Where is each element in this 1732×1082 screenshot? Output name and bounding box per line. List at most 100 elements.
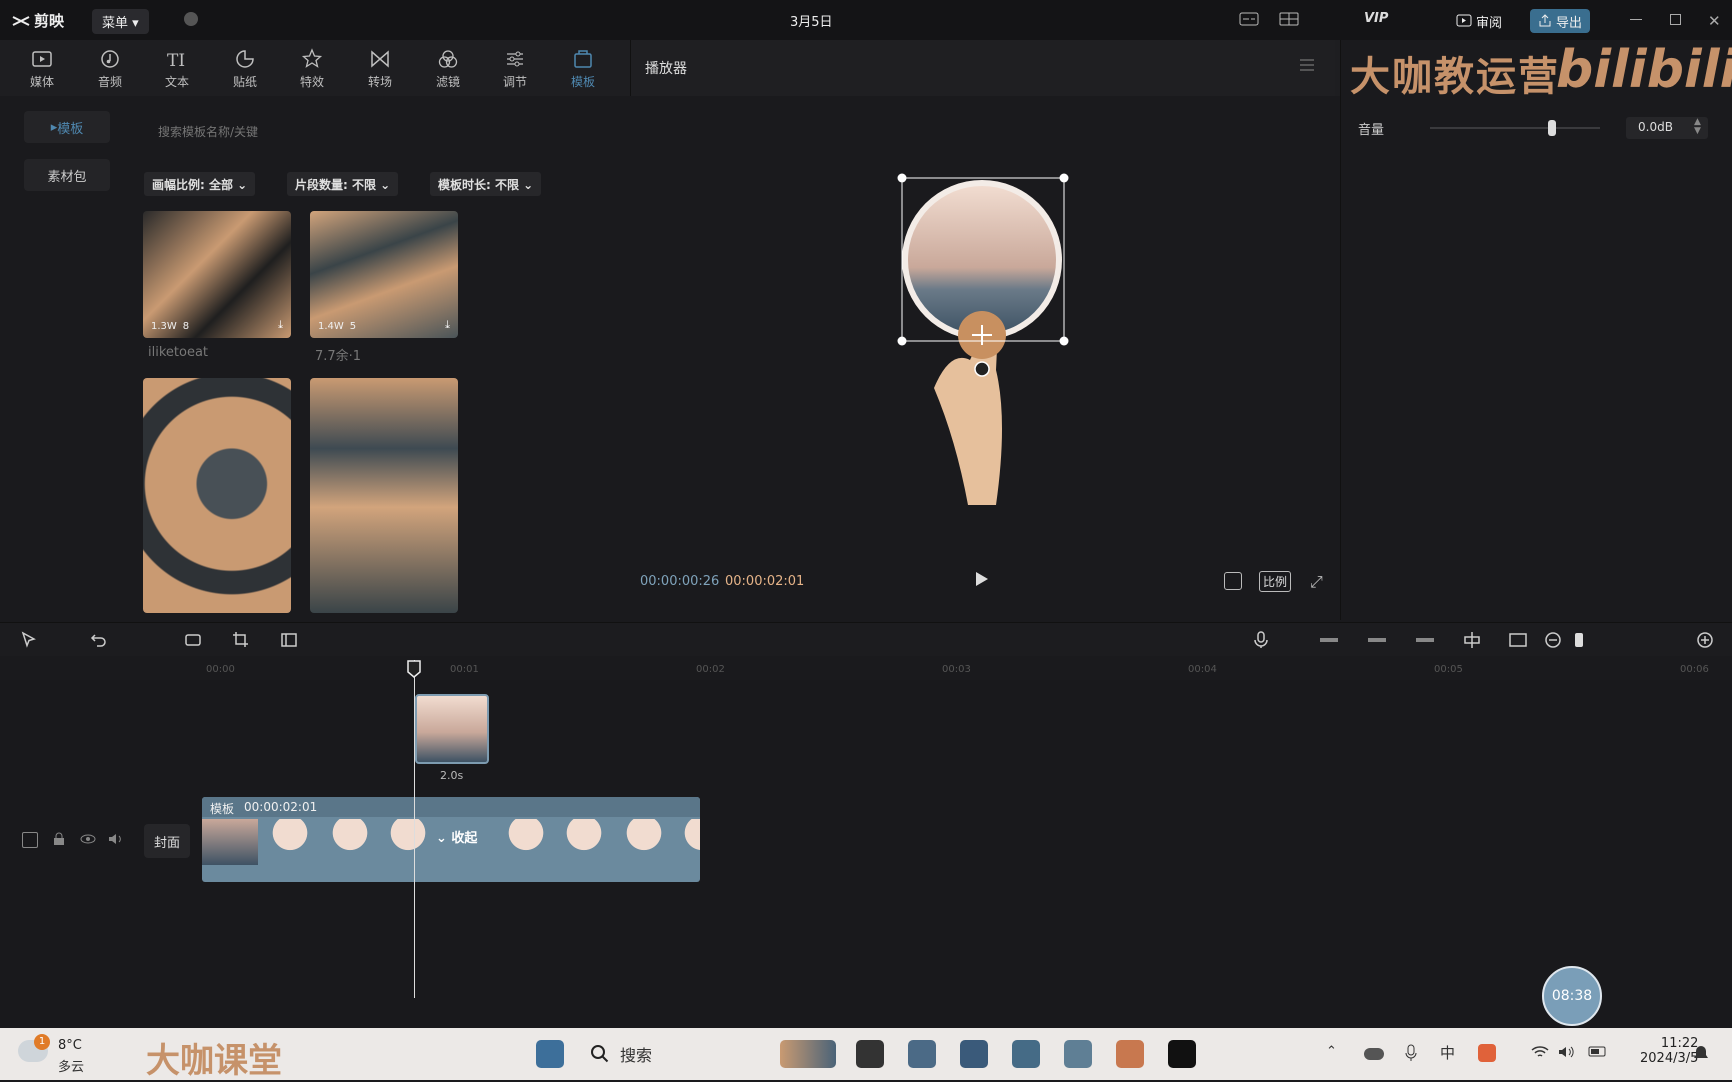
- ime-indicator[interactable]: 中: [1440, 1042, 1460, 1062]
- export-button[interactable]: 导出: [1530, 9, 1591, 33]
- clock-time: 11:22: [1660, 1036, 1699, 1051]
- browser-icon[interactable]: [1012, 1040, 1040, 1068]
- layout-icon[interactable]: [1278, 10, 1300, 30]
- taskbar-clock[interactable]: 11:22 2024/3/5: [1640, 1036, 1698, 1066]
- ratio-button[interactable]: 比例: [1259, 571, 1292, 592]
- nav-templates-label: 模板: [57, 121, 84, 137]
- filter-duration[interactable]: 模板时长: 不限 ⌄: [430, 172, 542, 196]
- speaker-icon[interactable]: [108, 832, 124, 848]
- tool-sticker[interactable]: 贴纸: [220, 44, 270, 94]
- svg-text:TI: TI: [167, 51, 185, 70]
- clip-time: 00:00:02:01: [244, 800, 318, 814]
- player-menu-icon[interactable]: [1299, 58, 1315, 72]
- tray-app-icon[interactable]: [1478, 1044, 1496, 1062]
- chevron-up-icon[interactable]: ⌃: [1326, 1044, 1346, 1064]
- snap-icon[interactable]: [1414, 631, 1434, 649]
- template-card[interactable]: 1.4W 5 ⤓: [310, 211, 458, 338]
- ruler-tick: 00:00: [206, 664, 235, 675]
- review-button[interactable]: 审阅: [1448, 9, 1510, 33]
- split-icon[interactable]: [1462, 631, 1482, 649]
- collapse-button[interactable]: ⌄ 收起: [436, 827, 477, 846]
- tool-label: 媒体: [29, 75, 54, 89]
- ratio-label: 比例: [1263, 575, 1288, 589]
- mic-tray-icon[interactable]: [1404, 1044, 1424, 1064]
- tool-filter[interactable]: 滤镜: [423, 44, 473, 94]
- filter-clip-count[interactable]: 片段数量: 不限 ⌄: [287, 172, 399, 196]
- link-track-icon[interactable]: [1318, 631, 1338, 649]
- explorer-icon[interactable]: [856, 1040, 884, 1068]
- nav-material-pack[interactable]: 素材包: [24, 159, 110, 191]
- cover-button[interactable]: 封面: [144, 824, 190, 858]
- wifi-icon[interactable]: [1530, 1044, 1550, 1064]
- timeline-ruler[interactable]: 00:00 00:01 00:02 00:03 00:04 00:05 00:0…: [0, 656, 1732, 680]
- template-clip[interactable]: 模板 00:00:02:01 ⌄ 收起: [202, 797, 700, 882]
- zoom-slider-handle[interactable]: [1575, 633, 1583, 647]
- filter-icon: [438, 50, 458, 68]
- menu-button[interactable]: 菜单 ▾: [92, 9, 149, 34]
- tool-audio[interactable]: 音频: [85, 44, 135, 94]
- card-clips: 5: [349, 321, 357, 332]
- magnet-icon[interactable]: [1366, 631, 1386, 649]
- vip-icon[interactable]: VIP: [1364, 11, 1388, 26]
- track-cover-icon[interactable]: [22, 832, 38, 848]
- project-icon: [184, 12, 198, 26]
- template-card[interactable]: 1.3W 8 ⤓: [143, 211, 291, 338]
- template-search-input[interactable]: [158, 120, 418, 144]
- close-icon[interactable]: ✕: [1708, 12, 1721, 30]
- template-card[interactable]: [143, 378, 291, 613]
- notification-bell-icon[interactable]: [1692, 1044, 1712, 1064]
- download-icon[interactable]: ⤓: [445, 318, 450, 332]
- player-title: 播放器: [645, 61, 687, 77]
- widget-icon[interactable]: [780, 1040, 836, 1068]
- battery-icon[interactable]: [1588, 1044, 1608, 1064]
- zoom-in-icon[interactable]: [1696, 631, 1716, 649]
- microphone-icon[interactable]: [1252, 631, 1272, 649]
- undo-icon[interactable]: [90, 631, 110, 649]
- nav-templates[interactable]: ▸ 模板: [24, 111, 110, 143]
- chat-icon[interactable]: [908, 1040, 936, 1068]
- template-card[interactable]: [310, 378, 458, 613]
- download-icon[interactable]: ⤓: [278, 318, 283, 332]
- playhead[interactable]: [414, 660, 415, 998]
- onedrive-icon[interactable]: [1364, 1048, 1384, 1060]
- preview-canvas[interactable]: [890, 170, 1070, 510]
- start-menu-icon[interactable]: [536, 1040, 564, 1068]
- tool-effects[interactable]: 特效: [287, 44, 337, 94]
- lock-icon[interactable]: [52, 832, 68, 848]
- minimize-icon[interactable]: [1630, 19, 1642, 20]
- fullscreen-icon[interactable]: ⤢: [1310, 572, 1323, 592]
- app-icon[interactable]: [1116, 1040, 1144, 1068]
- select-cursor-icon[interactable]: [20, 631, 40, 649]
- filter-aspect-ratio[interactable]: 画幅比例: 全部 ⌄: [144, 172, 256, 196]
- review-label: 审阅: [1476, 15, 1503, 31]
- volume-slider[interactable]: [1430, 127, 1600, 129]
- store-icon[interactable]: [960, 1040, 988, 1068]
- play-icon[interactable]: [976, 572, 988, 586]
- volume-tray-icon[interactable]: [1558, 1044, 1578, 1064]
- current-time: 00:00:00:26: [640, 574, 720, 589]
- ruler-tick: 00:01: [450, 664, 479, 675]
- zoom-out-icon[interactable]: [1544, 631, 1564, 649]
- capcut-taskbar-icon[interactable]: [1168, 1040, 1196, 1068]
- tool-template[interactable]: 模板: [558, 44, 608, 94]
- cover-label: 封面: [153, 835, 180, 851]
- volume-stepper-icon[interactable]: ▲ ▼: [1694, 118, 1701, 136]
- tool-text[interactable]: TI 文本: [152, 44, 202, 94]
- volume-slider-handle[interactable]: [1548, 120, 1557, 136]
- clip-label: 模板: [210, 802, 235, 816]
- preview-axis-icon[interactable]: [1508, 631, 1528, 649]
- split-view-icon[interactable]: [280, 631, 300, 649]
- overlay-clip[interactable]: [415, 694, 489, 764]
- tool-adjust[interactable]: 调节: [490, 44, 540, 94]
- playhead-handle-icon[interactable]: [407, 660, 421, 678]
- loop-icon[interactable]: [184, 631, 204, 649]
- zoom-fit-icon[interactable]: [1224, 572, 1242, 590]
- tool-media[interactable]: 媒体: [17, 44, 67, 94]
- crop-icon[interactable]: [232, 631, 252, 649]
- subtitle-icon[interactable]: [1238, 10, 1260, 30]
- eye-icon[interactable]: [80, 832, 96, 848]
- wechat-icon[interactable]: [1064, 1040, 1092, 1068]
- taskbar-search[interactable]: 搜索: [590, 1038, 790, 1070]
- maximize-icon[interactable]: [1670, 14, 1681, 25]
- tool-transition[interactable]: 转场: [355, 44, 405, 94]
